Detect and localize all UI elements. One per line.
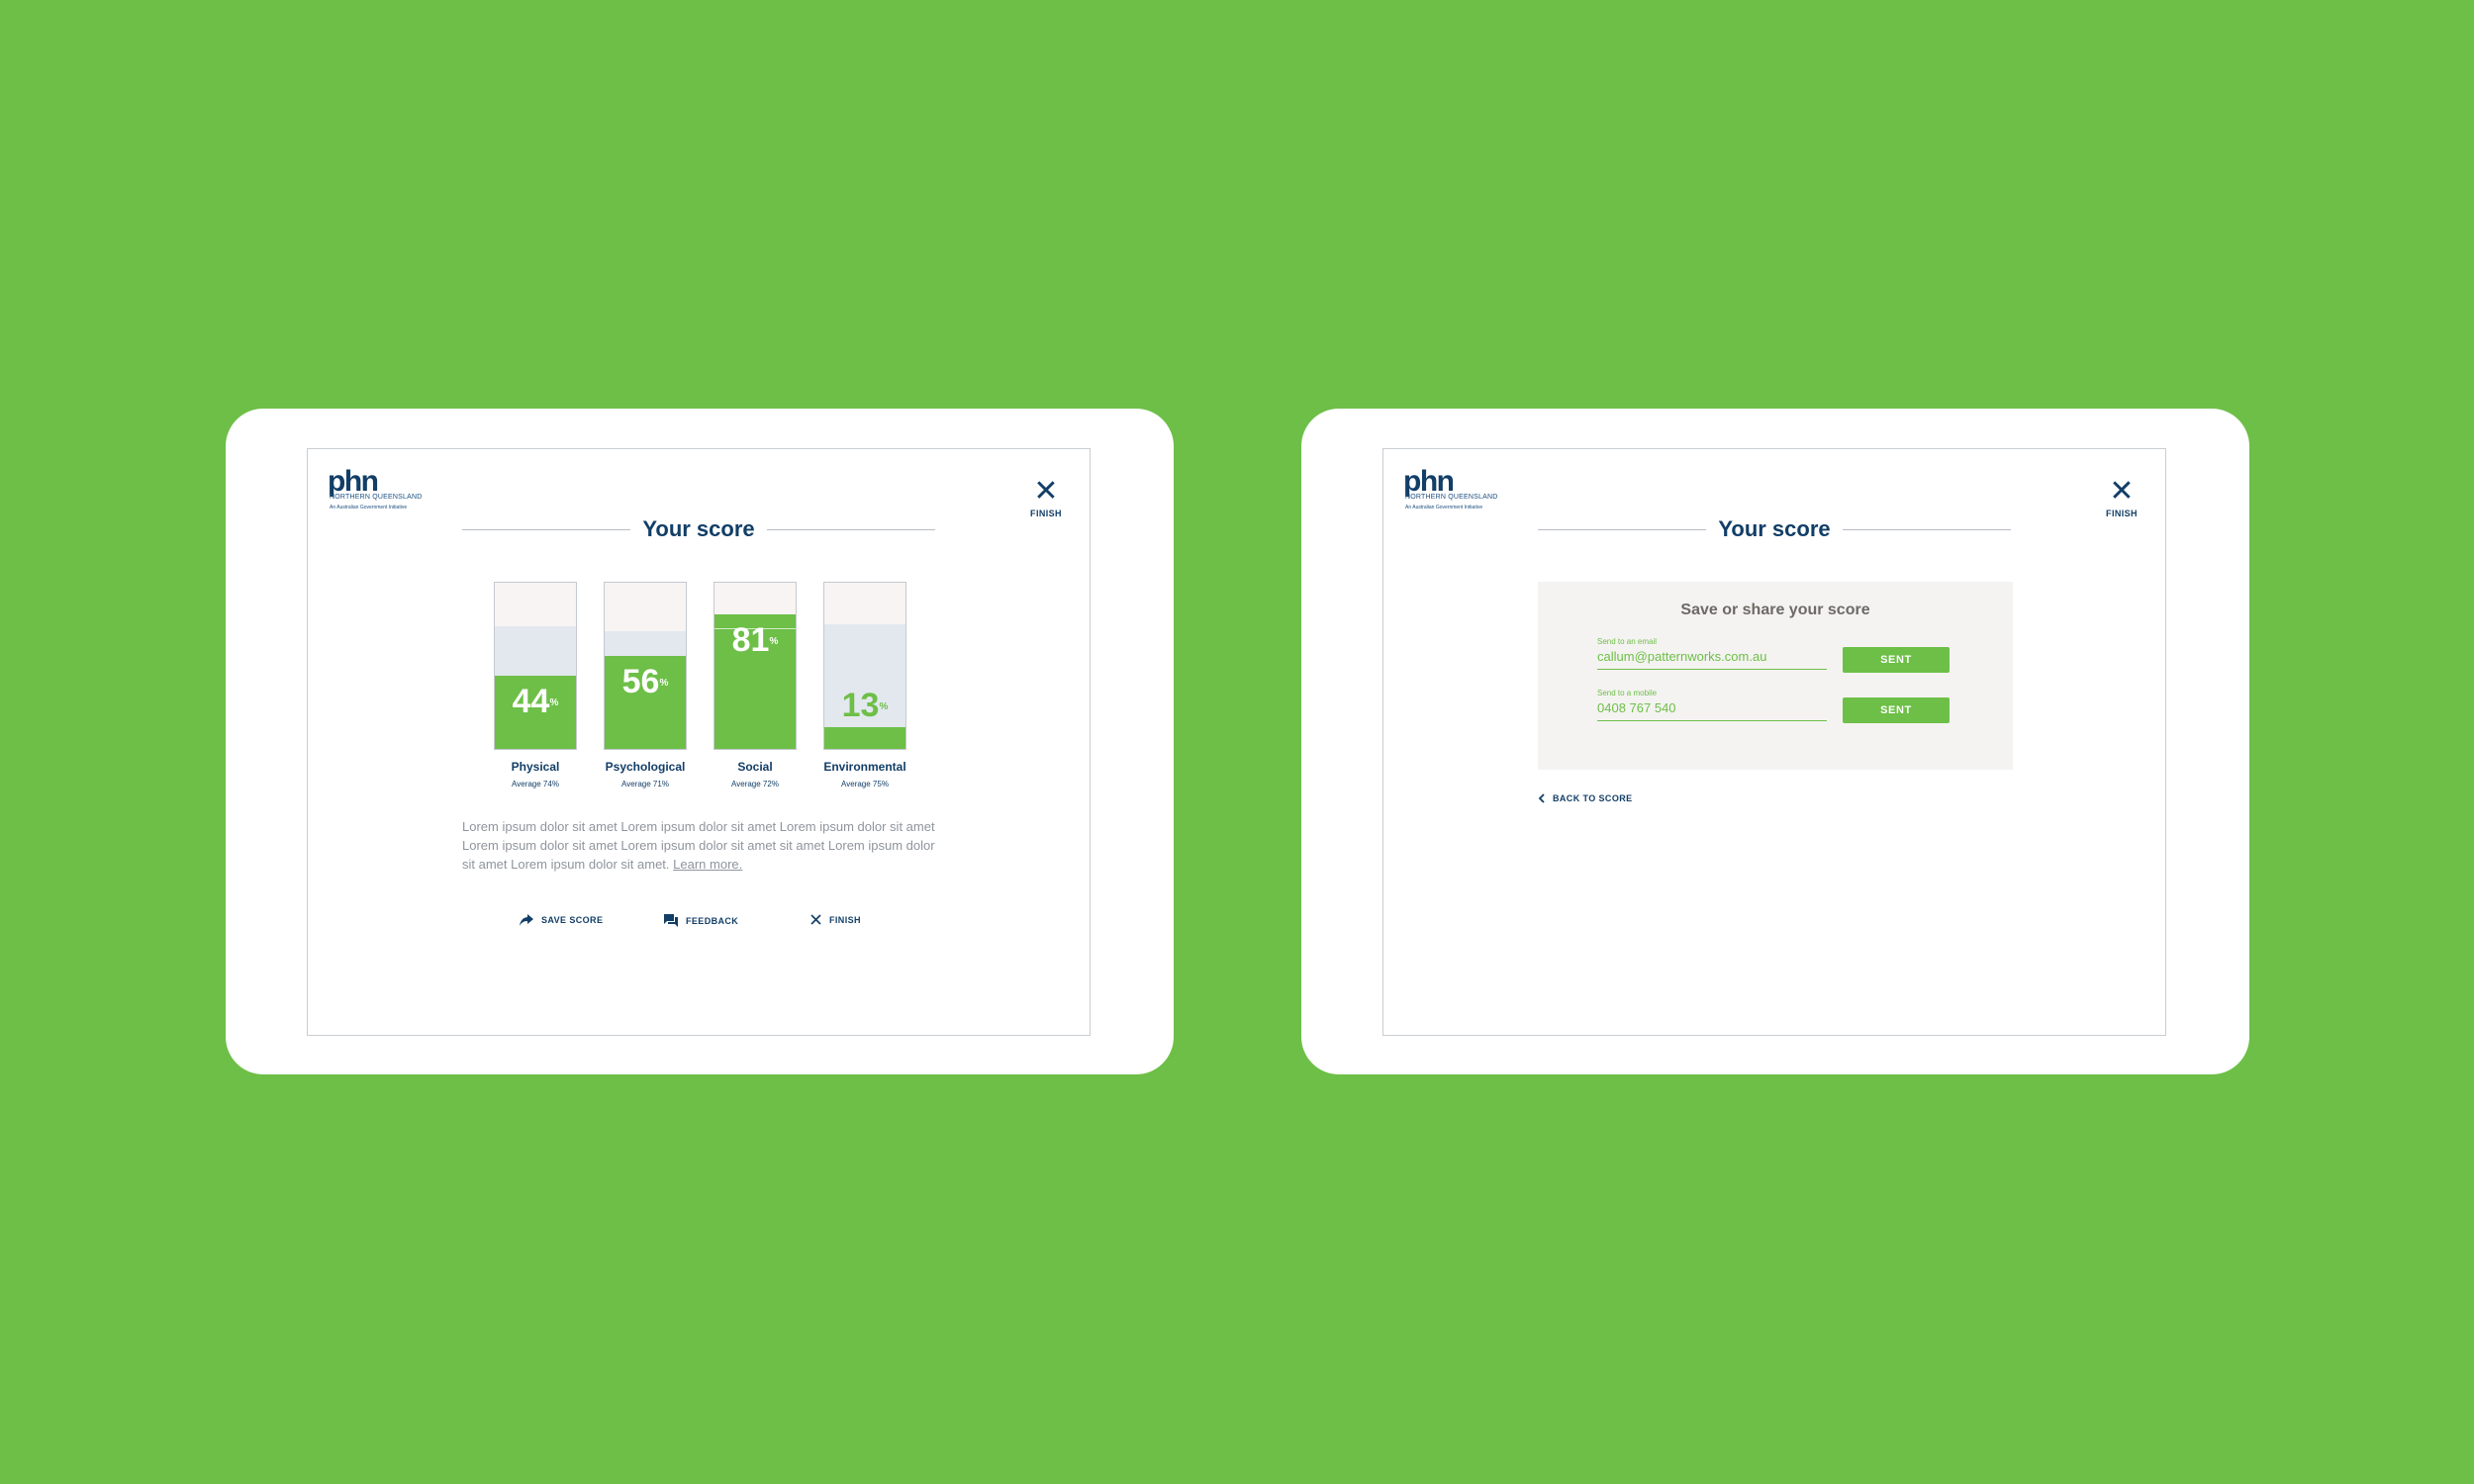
title-divider-right (766, 528, 935, 530)
feedback-label: FEEDBACK (686, 915, 739, 926)
back-to-score-link[interactable]: BACK TO SCORE (1538, 793, 1633, 803)
score-percent: 13% (824, 688, 905, 723)
tablet-share-screen: phn NORTHERN QUEENSLAND An Australian Go… (1301, 409, 2249, 1074)
share-panel-title: Save or share your score (1680, 602, 1870, 618)
page-title: Your score (1718, 516, 1831, 541)
bar-name: Social (737, 760, 773, 774)
share-screen: phn NORTHERN QUEENSLAND An Australian Go… (1382, 448, 2166, 1036)
logo-tagline: An Australian Government Initiative (330, 505, 408, 510)
action-bar: SAVE SCORE FEEDBACK FINISH (520, 914, 886, 934)
mobile-field-label: Send to a mobile (1597, 689, 1658, 697)
bar-track: 56% (604, 582, 687, 750)
score-percent: 44% (495, 684, 576, 719)
page-title-row: Your score (1538, 514, 2011, 544)
share-panel: Save or share your score Send to an emai… (1538, 582, 2013, 770)
tablet-score-screen: phn NORTHERN QUEENSLAND An Australian Go… (226, 409, 1174, 1074)
bar-average: Average 75% (841, 780, 889, 788)
email-field-group: Send to an email (1597, 637, 1827, 670)
logo-region-text: NORTHERN QUEENSLAND (1405, 494, 1498, 501)
back-to-score-label: BACK TO SCORE (1553, 793, 1633, 803)
score-bar-social: 81% Social Average 72% (714, 582, 797, 788)
score-fill (824, 727, 905, 749)
close-icon (810, 914, 821, 925)
feedback-button[interactable]: FEEDBACK (664, 914, 738, 927)
bar-name: Physical (511, 760, 560, 774)
phn-logo: phn NORTHERN QUEENSLAND An Australian Go… (1403, 465, 1498, 511)
mobile-field[interactable] (1597, 697, 1827, 721)
percent-sign: % (769, 635, 779, 647)
bar-average: Average 72% (731, 780, 779, 788)
score-percent: 56% (605, 664, 686, 699)
bar-average: Average 71% (621, 780, 669, 788)
phn-logo: phn NORTHERN QUEENSLAND An Australian Go… (328, 465, 423, 511)
page-title: Your score (642, 516, 755, 541)
score-description: Lorem ipsum dolor sit amet Lorem ipsum d… (462, 817, 939, 874)
score-value: 13 (841, 687, 880, 725)
score-value: 56 (621, 662, 660, 700)
close-icon: ✕ (1033, 475, 1059, 508)
score-percent: 81% (714, 622, 796, 658)
chevron-left-icon (1538, 793, 1545, 803)
score-value: 81 (731, 620, 770, 659)
bar-track: 13% (823, 582, 906, 750)
finish-button-top[interactable]: ✕ FINISH (1026, 475, 1066, 519)
bar-name: Environmental (823, 760, 906, 774)
mobile-field-group: Send to a mobile (1597, 689, 1827, 721)
email-field-label: Send to an email (1597, 637, 1658, 646)
finish-label: FINISH (1030, 509, 1062, 518)
finish-action-label: FINISH (829, 914, 861, 925)
score-bar-physical: 44% Physical Average 74% (494, 582, 577, 788)
title-divider-left (1538, 528, 1707, 530)
bar-track: 81% (714, 582, 797, 750)
close-icon: ✕ (2109, 475, 2135, 508)
bar-name: Psychological (605, 760, 686, 774)
finish-label: FINISH (2106, 509, 2138, 518)
logo-tagline: An Australian Government Initiative (1405, 505, 1483, 510)
logo-region-text: NORTHERN QUEENSLAND (330, 494, 423, 501)
percent-sign: % (879, 701, 889, 713)
finish-button-top[interactable]: ✕ FINISH (2102, 475, 2141, 519)
email-field[interactable] (1597, 646, 1827, 670)
title-divider-left (462, 528, 631, 530)
bar-average: Average 74% (512, 780, 559, 788)
percent-sign: % (549, 697, 559, 709)
score-screen: phn NORTHERN QUEENSLAND An Australian Go… (307, 448, 1091, 1036)
save-score-button[interactable]: SAVE SCORE (520, 914, 603, 926)
bar-track: 44% (494, 582, 577, 750)
save-score-label: SAVE SCORE (541, 915, 604, 925)
learn-more-link[interactable]: Learn more. (673, 857, 742, 872)
logo-main-text: phn (1403, 465, 1455, 498)
title-divider-right (1842, 528, 2011, 530)
score-value: 44 (512, 683, 550, 721)
logo-main-text: phn (328, 465, 379, 498)
percent-sign: % (659, 677, 669, 689)
mobile-sent-button[interactable]: SENT (1843, 697, 1950, 723)
score-bar-psychological: 56% Psychological Average 71% (604, 582, 687, 788)
email-sent-button[interactable]: SENT (1843, 647, 1950, 673)
score-bar-environmental: 13% Environmental Average 75% (823, 582, 906, 788)
finish-button[interactable]: FINISH (810, 914, 861, 925)
page-title-row: Your score (462, 514, 935, 544)
chat-bubbles-icon (664, 914, 678, 927)
share-arrow-icon (520, 914, 533, 926)
score-bars: 44% Physical Average 74% 56% Psychologic… (494, 582, 907, 789)
